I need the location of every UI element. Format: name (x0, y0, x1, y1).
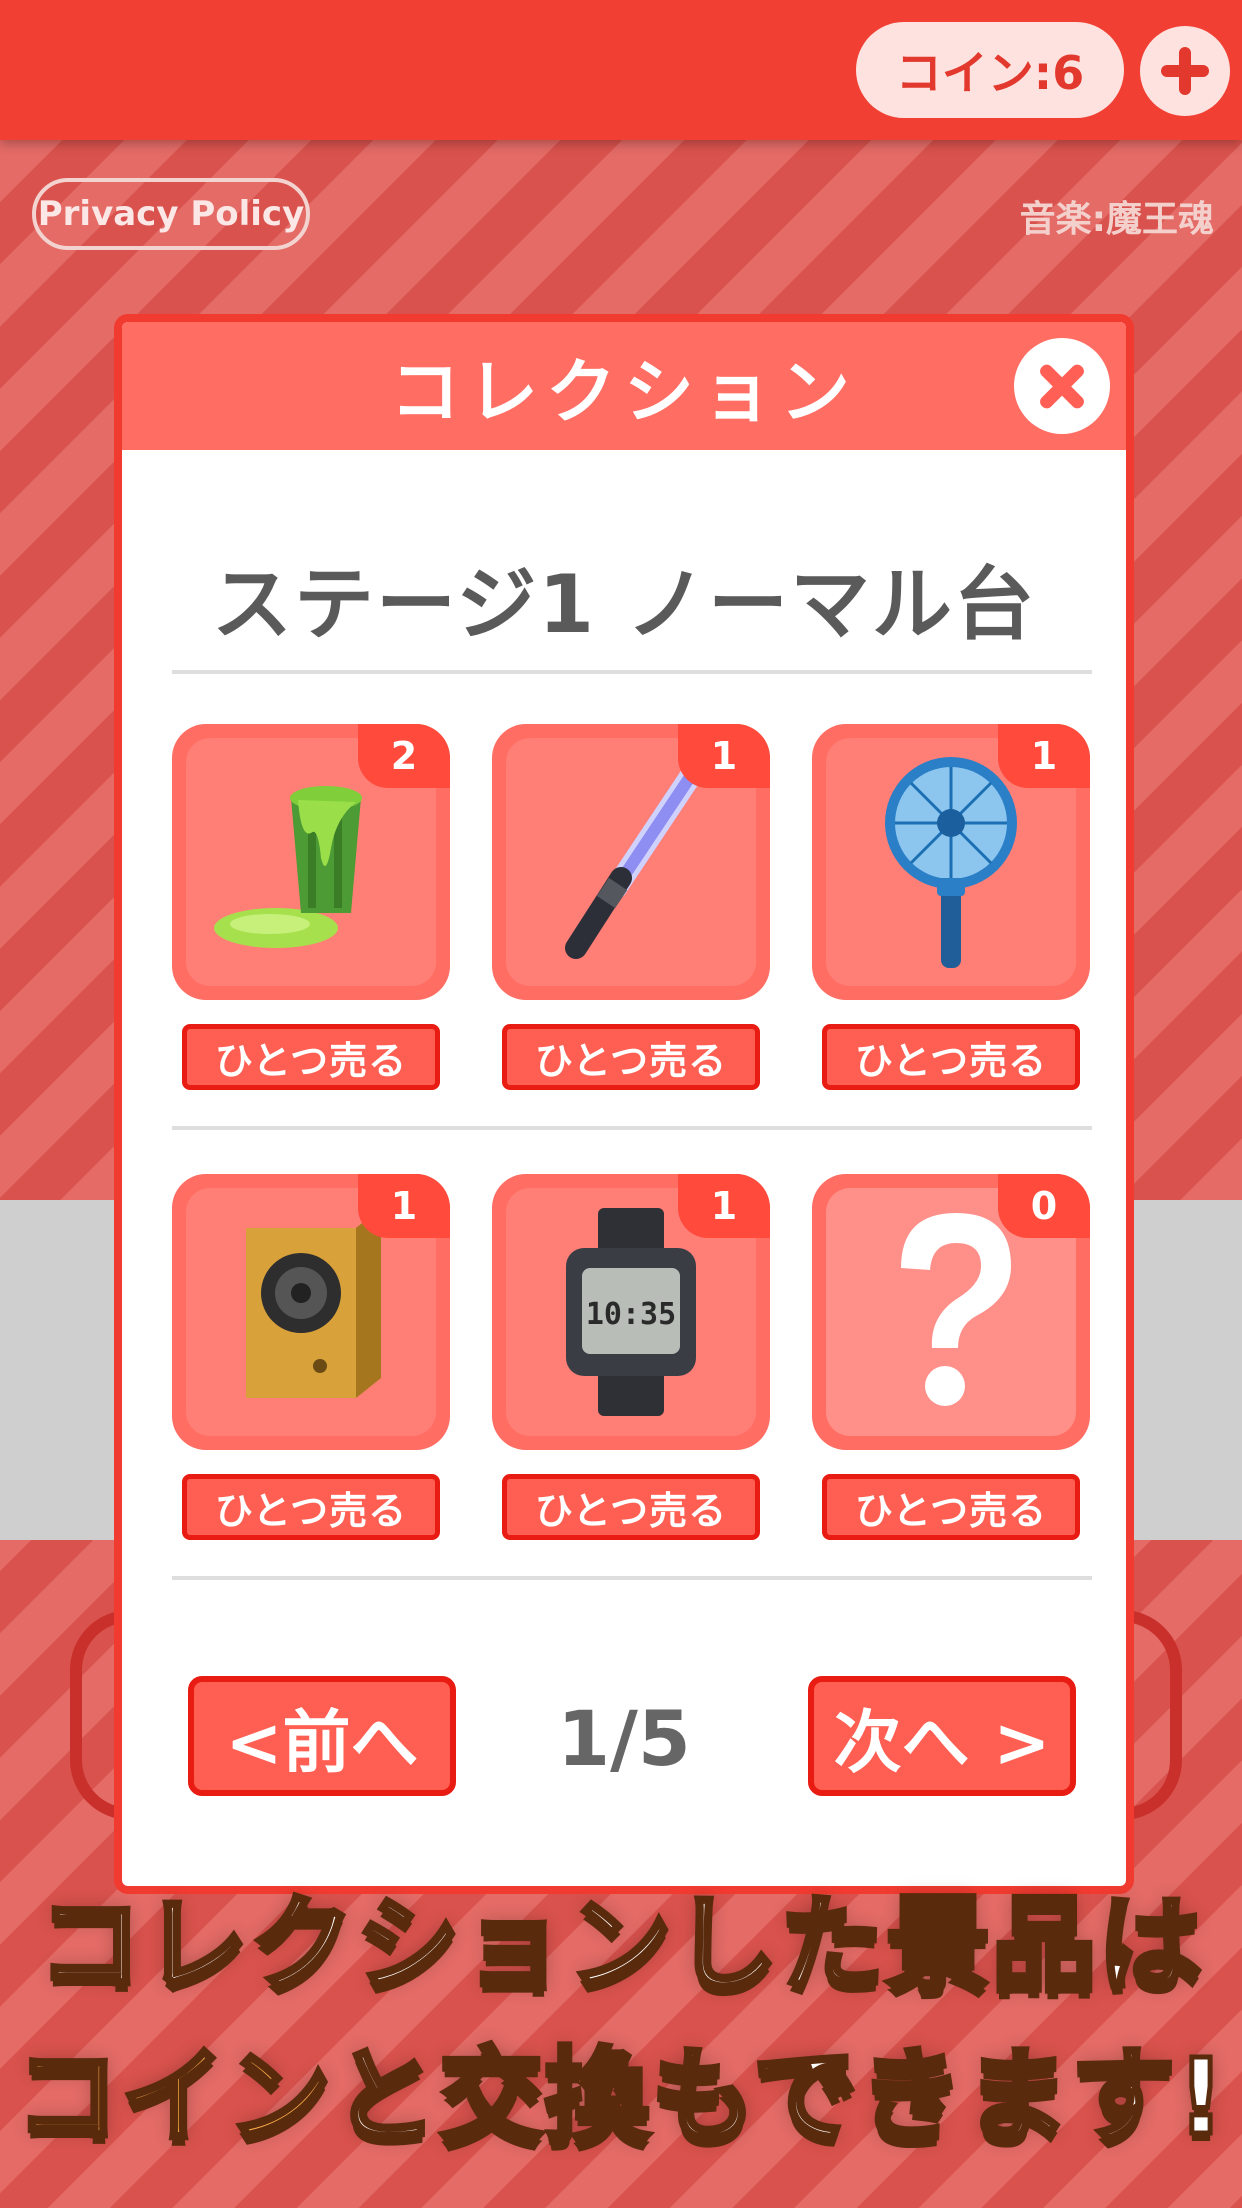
item-count-badge: 1 (358, 1174, 450, 1238)
promo-text: と (331, 2034, 440, 2161)
collection-item: 1 ひとつ売る (172, 1174, 450, 1544)
collection-item: 1 ひとつ売る (812, 724, 1090, 1094)
dialog-title: コレクション (390, 350, 858, 433)
item-card[interactable]: 1 (492, 724, 770, 1000)
collection-item: 1 ひとつ売る (492, 724, 770, 1094)
item-card[interactable]: 2 (172, 724, 450, 1000)
dialog-header: コレクション (122, 322, 1126, 450)
sell-one-button[interactable]: ひとつ売る (182, 1024, 440, 1090)
close-icon[interactable] (1014, 338, 1110, 434)
divider (172, 1576, 1092, 1580)
promo-caption-line-2: コインと交換もできます! (0, 2012, 1242, 2163)
watch-time: 10:35 (586, 1297, 676, 1332)
collection-dialog: コレクション ステージ1 ノーマル台 2 ひとつ売る 1 ひとつ売る 1 ひとつ… (114, 314, 1134, 1894)
sell-one-button[interactable]: ひとつ売る (822, 1474, 1080, 1540)
item-count-badge: 1 (678, 724, 770, 788)
collection-item: 10:35 1 ひとつ売る (492, 1174, 770, 1544)
collection-item: 2 ひとつ売る (172, 724, 450, 1094)
item-count-badge: 1 (678, 1174, 770, 1238)
promo-text: コレクションした (35, 1882, 886, 2009)
privacy-policy-button[interactable]: Privacy Policy (32, 178, 310, 250)
coin-counter: コイン:6 (856, 22, 1124, 118)
divider (172, 670, 1092, 674)
item-count-badge: 2 (358, 724, 450, 788)
promo-text: もできます! (649, 2034, 1227, 2161)
add-coin-button[interactable] (1140, 26, 1230, 116)
divider (172, 1126, 1092, 1130)
item-row-2: 1 ひとつ売る 10:35 1 ひとつ売る 0 ひとつ売る (172, 1174, 1092, 1544)
sell-one-button[interactable]: ひとつ売る (502, 1474, 760, 1540)
item-row-1: 2 ひとつ売る 1 ひとつ売る 1 ひとつ売る (172, 724, 1092, 1094)
stage-title: ステージ1 ノーマル台 (212, 558, 1036, 651)
collection-item: 0 ひとつ売る (812, 1174, 1090, 1544)
item-card[interactable]: 1 (812, 724, 1090, 1000)
sell-one-button[interactable]: ひとつ売る (502, 1024, 760, 1090)
music-credit: 音楽:魔王魂 (1019, 199, 1214, 240)
sell-one-button[interactable]: ひとつ売る (182, 1474, 440, 1540)
item-card[interactable]: 0 (812, 1174, 1090, 1450)
promo-highlight: コイン (13, 2034, 334, 2161)
item-count-badge: 0 (998, 1174, 1090, 1238)
item-card[interactable]: 10:35 1 (492, 1174, 770, 1450)
promo-highlight: 景品 (883, 1882, 1098, 2009)
item-count-badge: 1 (998, 724, 1090, 788)
promo-highlight: 交換 (437, 2034, 652, 2161)
sell-one-button[interactable]: ひとつ売る (822, 1024, 1080, 1090)
item-card[interactable]: 1 (172, 1174, 450, 1450)
top-bar: コイン:6 (0, 0, 1242, 140)
promo-caption-line-1: コレクションした景品は (0, 1860, 1242, 2011)
promo-text: は (1095, 1882, 1205, 2009)
next-page-button[interactable]: 次へ > (808, 1676, 1076, 1796)
